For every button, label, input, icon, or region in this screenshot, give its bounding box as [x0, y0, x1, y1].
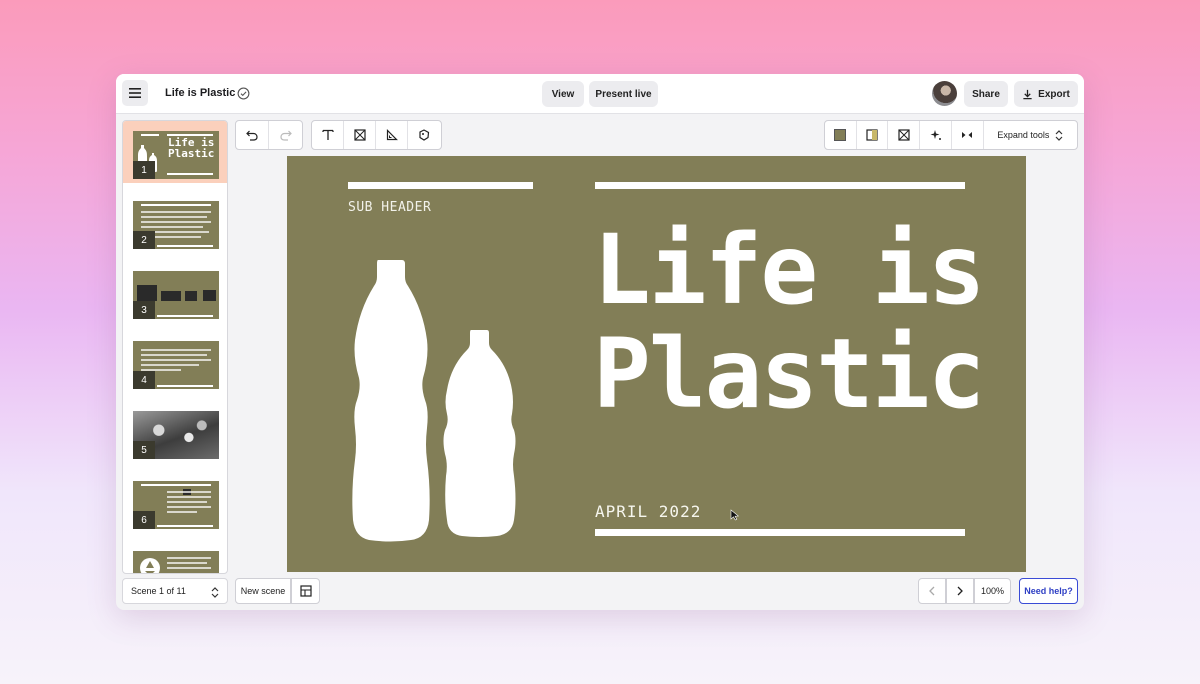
expand-tools-button[interactable]: Expand tools — [984, 121, 1077, 149]
zoom-button[interactable]: 100% — [974, 578, 1011, 604]
chevron-updown-icon — [211, 587, 219, 598]
layout-button[interactable] — [291, 578, 320, 604]
thumbnail-preview — [133, 551, 219, 573]
sticker-icon — [419, 129, 430, 141]
top-bar: Life is Plastic View Present live Share … — [116, 74, 1084, 114]
theme-button[interactable] — [857, 121, 889, 149]
background-color-button[interactable] — [825, 121, 857, 149]
need-help-button[interactable]: Need help? — [1019, 578, 1078, 604]
scene-number: 3 — [133, 301, 155, 319]
spacing-button[interactable] — [952, 121, 984, 149]
scene-number: 2 — [133, 231, 155, 249]
scene-selector[interactable]: Scene 1 of 11 — [122, 578, 228, 604]
replace-image-button[interactable] — [888, 121, 921, 149]
thumbnail-preview: 4 — [133, 341, 219, 389]
scene-thumbnail-7[interactable] — [123, 541, 227, 573]
present-live-label: Present live — [595, 88, 652, 100]
scene-thumbnail-6[interactable]: 6 — [123, 471, 227, 533]
image-icon — [353, 129, 366, 141]
export-button[interactable]: Export — [1014, 81, 1078, 107]
chevron-left-icon — [929, 586, 935, 596]
scene-number: 1 — [133, 161, 155, 179]
share-label: Share — [972, 88, 1000, 100]
contrast-icon — [866, 129, 878, 141]
insert-toolbar — [311, 120, 442, 150]
scene-thumbnail-4[interactable]: 4 — [123, 331, 227, 393]
sparkle-icon — [930, 130, 941, 140]
slide-canvas[interactable]: SUB HEADER Life is Plastic APRIL 2022 — [287, 156, 1026, 572]
media-tool-button[interactable] — [344, 121, 376, 149]
layout-icon — [299, 585, 312, 597]
next-scene-button[interactable] — [946, 578, 974, 604]
scene-thumbnail-3[interactable]: 3 — [123, 261, 227, 323]
view-button[interactable]: View — [542, 81, 584, 107]
shape-tool-button[interactable] — [376, 121, 408, 149]
text-tool-button[interactable] — [312, 121, 344, 149]
sub-header-text[interactable]: SUB HEADER — [348, 200, 431, 215]
hamburger-icon — [129, 88, 141, 98]
header-rule-left — [348, 182, 533, 189]
avatar[interactable] — [932, 81, 957, 106]
scene-thumbnail-list[interactable]: Life is Plastic 1 2 3 4 5 6 — [122, 120, 228, 574]
view-label: View — [551, 88, 575, 100]
sticker-tool-button[interactable] — [408, 121, 440, 149]
thumbnail-preview: 3 — [133, 271, 219, 319]
document-title[interactable]: Life is Plastic — [165, 87, 235, 99]
color-swatch — [834, 129, 847, 141]
history-toolbar — [235, 120, 303, 150]
effects-button[interactable] — [920, 121, 952, 149]
thumbnail-preview: Life is Plastic 1 — [133, 131, 219, 179]
scene-thumbnail-2[interactable]: 2 — [123, 191, 227, 253]
expand-tools-label: Expand tools — [997, 130, 1050, 140]
need-help-label: Need help? — [1024, 586, 1073, 596]
zoom-level: 100% — [980, 586, 1005, 596]
new-scene-label: New scene — [240, 586, 286, 596]
thumbnail-preview: 5 — [133, 411, 219, 459]
menu-button[interactable] — [122, 80, 148, 106]
footer-rule — [595, 529, 965, 536]
small-bottle-icon — [443, 330, 516, 537]
chevron-right-icon — [957, 586, 963, 596]
slide-title[interactable]: Life is Plastic — [593, 218, 986, 426]
editor-window: Life is Plastic View Present live Share … — [116, 74, 1084, 610]
undo-icon — [246, 130, 258, 141]
large-bottle-icon — [352, 260, 430, 542]
style-toolbar: Expand tools — [824, 120, 1078, 150]
redo-icon — [279, 130, 292, 141]
thumbnail-preview: 6 — [133, 481, 219, 529]
undo-button[interactable] — [236, 121, 269, 149]
check-circle-icon — [237, 87, 250, 100]
header-rule-right — [595, 182, 965, 189]
redo-button[interactable] — [269, 121, 302, 149]
scene-thumbnail-1[interactable]: Life is Plastic 1 — [123, 121, 227, 183]
thumbnail-title: Life is Plastic — [168, 136, 215, 160]
text-icon — [321, 129, 334, 140]
slide-date[interactable]: APRIL 2022 — [595, 502, 701, 521]
previous-scene-button[interactable] — [918, 578, 946, 604]
triangle-ruler-icon — [386, 129, 398, 141]
recycle-icon — [140, 558, 160, 573]
share-button[interactable]: Share — [964, 81, 1008, 107]
export-label: Export — [1038, 88, 1070, 100]
scene-number: 4 — [133, 371, 155, 389]
chevron-updown-icon — [1055, 129, 1063, 141]
thumbnail-preview: 2 — [133, 201, 219, 249]
download-icon — [1023, 89, 1032, 99]
new-scene-button[interactable]: New scene — [235, 578, 291, 604]
mouse-cursor-icon — [730, 509, 740, 521]
scene-selector-label: Scene 1 of 11 — [131, 586, 186, 596]
collapse-horizontal-icon — [962, 132, 973, 138]
image-icon — [898, 129, 910, 141]
scene-number: 6 — [133, 511, 155, 529]
present-live-button[interactable]: Present live — [589, 81, 658, 107]
scene-number: 5 — [133, 441, 155, 459]
scene-thumbnail-5[interactable]: 5 — [123, 401, 227, 463]
